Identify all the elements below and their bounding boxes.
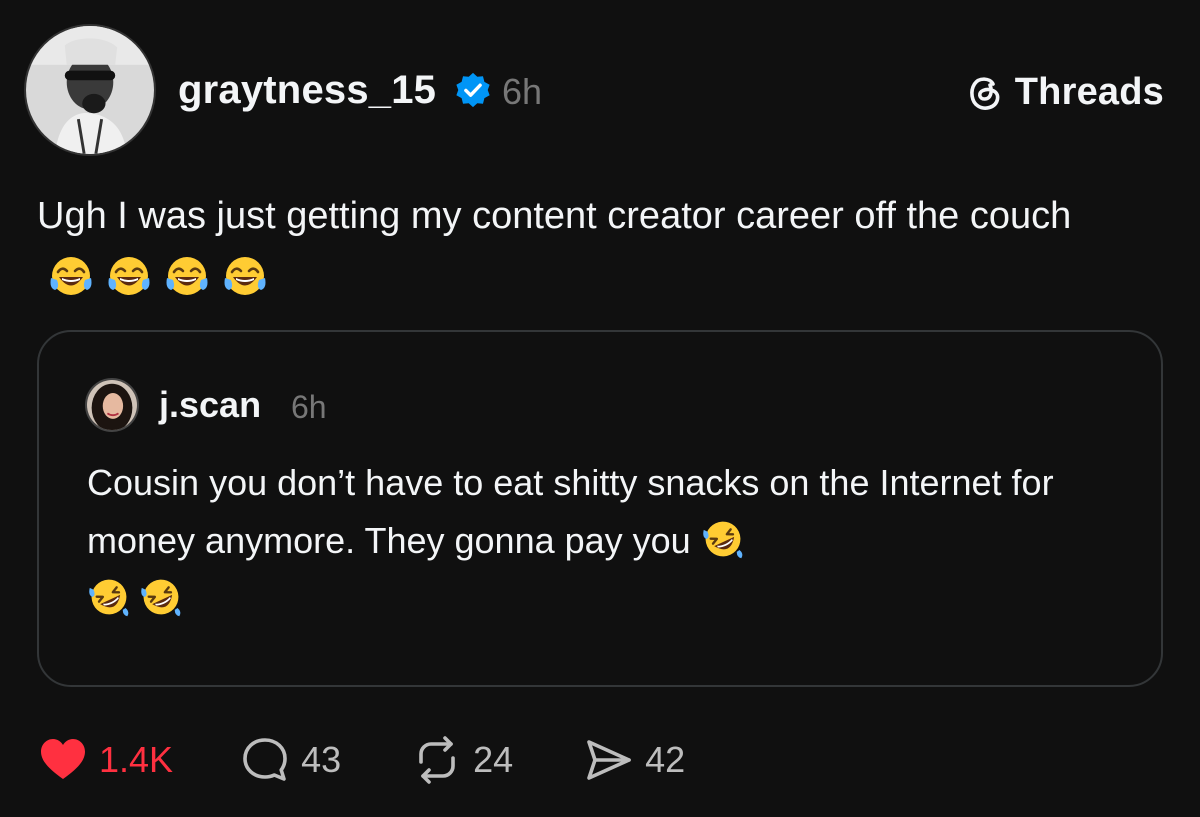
author-avatar[interactable] — [24, 24, 156, 156]
post-actions-bar: 1.4K 43 24 42 — [37, 732, 685, 788]
quoted-author-avatar[interactable] — [85, 378, 139, 432]
comment-icon — [239, 734, 291, 786]
author-username[interactable]: graytness_15 — [178, 64, 436, 116]
rolling-on-the-floor-laughing-emoji — [139, 575, 183, 619]
quoted-author-username[interactable]: j.scan — [159, 382, 261, 428]
face-with-tears-of-joy-emoji — [221, 250, 269, 298]
threads-logo-icon — [965, 72, 1005, 112]
share-count: 42 — [645, 739, 686, 780]
post-emoji-row — [47, 250, 269, 298]
post-header: graytness_15 6h Threads — [24, 24, 1176, 160]
share-button[interactable]: 42 — [583, 732, 685, 788]
post-timestamp: 6h — [502, 71, 543, 112]
reply-count: 43 — [301, 739, 342, 780]
post-text: Ugh I was just getting my content creato… — [37, 195, 1072, 237]
threads-brand-label: Threads — [1014, 70, 1164, 113]
quoted-post-body: Cousin you don’t have to eat shitty snac… — [87, 454, 1127, 628]
face-with-tears-of-joy-emoji — [163, 250, 211, 298]
face-with-tears-of-joy-emoji — [47, 250, 95, 298]
profile-photo-icon — [26, 26, 154, 154]
repost-icon — [411, 734, 463, 786]
repost-button[interactable]: 24 — [411, 732, 513, 788]
quoted-post-text: Cousin you don’t have to eat shitty snac… — [87, 462, 1054, 561]
profile-photo-icon — [87, 380, 137, 430]
verified-badge-icon — [454, 71, 492, 109]
send-icon — [583, 734, 635, 786]
face-with-tears-of-joy-emoji — [105, 250, 153, 298]
rolling-on-the-floor-laughing-emoji — [701, 517, 745, 561]
like-button[interactable]: 1.4K — [37, 732, 173, 788]
quoted-post-timestamp: 6h — [291, 389, 327, 425]
quoted-post-card[interactable]: j.scan 6h Cousin you don’t have to eat s… — [37, 330, 1163, 687]
repost-count: 24 — [473, 739, 514, 780]
reply-button[interactable]: 43 — [239, 732, 341, 788]
threads-post-screenshot: graytness_15 6h Threads Ugh I was just g… — [0, 0, 1200, 817]
like-count: 1.4K — [99, 739, 174, 780]
heart-icon — [37, 734, 89, 786]
post-body: Ugh I was just getting my content creato… — [37, 186, 1157, 306]
threads-brand: Threads — [965, 68, 1164, 116]
rolling-on-the-floor-laughing-emoji — [87, 575, 131, 619]
